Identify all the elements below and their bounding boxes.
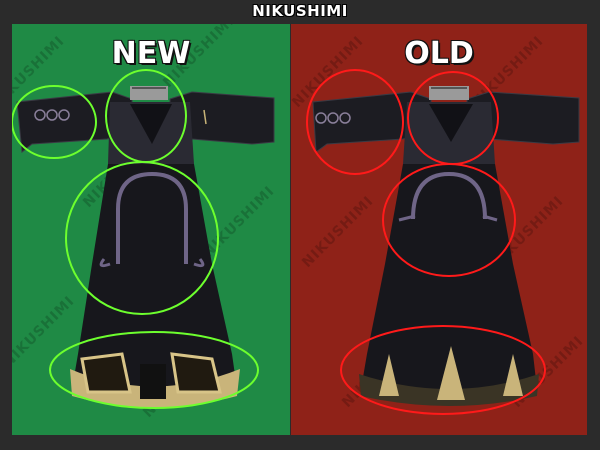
new-robe-illustration: [12, 69, 275, 409]
new-panel: NIKUSHIMI NIKUSHIMI NIKUSHIMI NIKUSHIMI …: [12, 24, 290, 435]
page-title: NIKUSHIMI: [252, 2, 348, 20]
bottom-border: [12, 435, 587, 450]
old-robe-illustration: [306, 69, 580, 415]
comparison-image: NIKUSHIMI NIKUSHIMI NIKUSHIMI NIKUSHIMI …: [0, 0, 600, 450]
old-panel: NIKUSHIMI NIKUSHIMI NIKUSHIMI NIKUSHIMI …: [291, 24, 587, 435]
